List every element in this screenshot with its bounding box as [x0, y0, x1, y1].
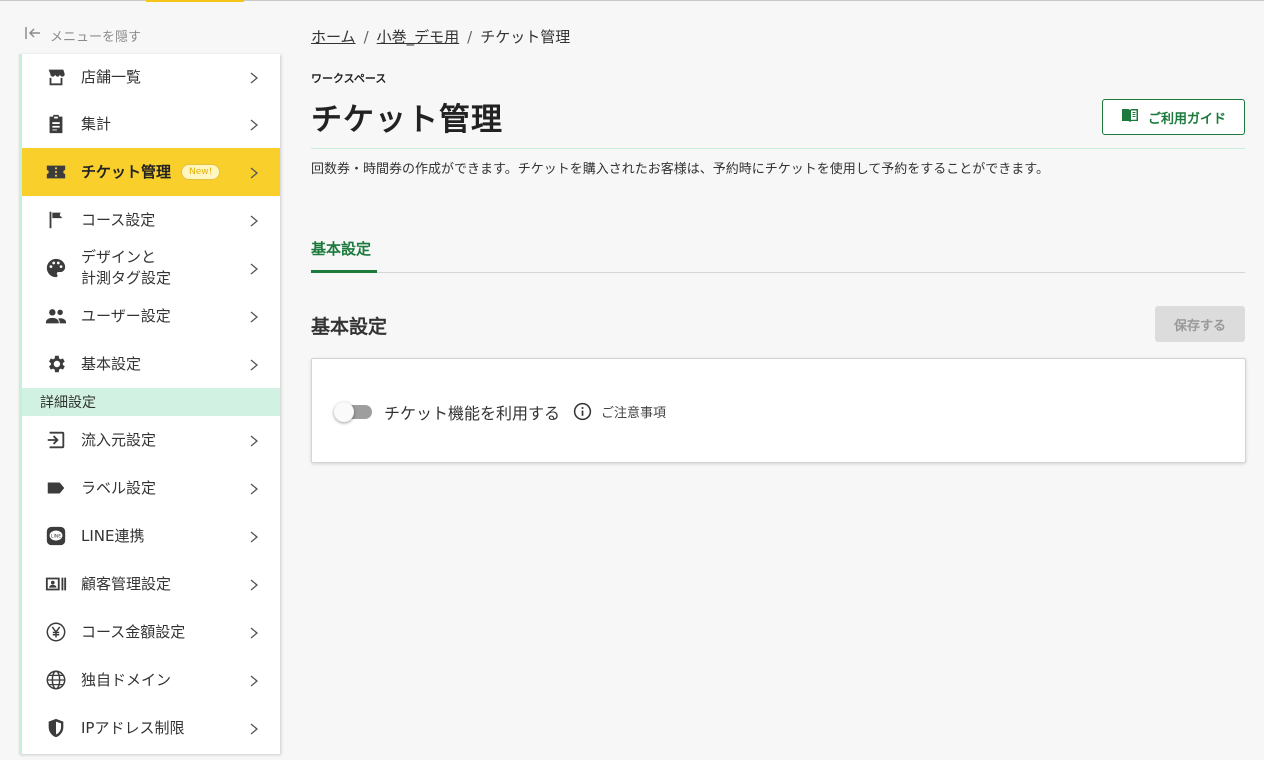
chevron-right-icon [248, 673, 260, 687]
store-icon [45, 66, 67, 88]
chevron-right-icon [248, 625, 260, 639]
toggle-thumb [334, 402, 354, 422]
clipboard-icon [45, 113, 67, 135]
hide-menu-button[interactable]: メニューを隠す [24, 24, 141, 46]
top-accent-bar [146, 0, 244, 2]
sidebar-item-label: 店舗一覧 [81, 67, 142, 86]
sidebar-item-user-settings[interactable]: ユーザー設定 [22, 292, 280, 340]
chevron-right-icon [248, 577, 260, 591]
sidebar-item-label: 集計 [81, 114, 112, 133]
sidebar-item-label: デザインと 計測タグ設定 [81, 248, 172, 287]
sidebar-item-design-tags[interactable]: デザインと 計測タグ設定 [22, 244, 280, 292]
globe-icon [45, 669, 67, 691]
sidebar-item-custom-domain[interactable]: 独自ドメイン [22, 656, 280, 704]
sidebar-item-label: LINE連携 [81, 526, 145, 545]
title-divider [311, 148, 1245, 149]
info-icon[interactable] [573, 402, 592, 421]
sidebar-item-label: コース設定 [81, 210, 156, 229]
chevron-right-icon [248, 213, 260, 227]
breadcrumb-current: チケット管理 [480, 28, 571, 46]
chevron-right-icon [248, 529, 260, 543]
settings-card: チケット機能を利用する ご注意事項 [311, 358, 1246, 463]
breadcrumb-workspace-link[interactable]: 小巻_デモ用 [377, 26, 460, 47]
page-title: チケット管理 [311, 102, 503, 138]
sidebar-item-referrer-settings[interactable]: 流入元設定 [22, 416, 280, 464]
notice-link[interactable]: ご注意事項 [601, 402, 666, 421]
chevron-right-icon [248, 70, 260, 84]
workspace-label: ワークスペース [311, 72, 387, 85]
label-icon [45, 477, 67, 499]
chevron-right-icon [248, 481, 260, 495]
breadcrumb-separator: / [363, 27, 369, 46]
hide-menu-label: メニューを隠す [50, 29, 142, 45]
yen-icon [45, 621, 67, 643]
svg-text:LINE: LINE [51, 533, 61, 539]
sidebar: 店舗一覧 集計 チケット管理 New! コース設定 デザインと 計測タグ設定 ユ… [19, 54, 280, 754]
book-icon [1121, 107, 1139, 127]
user-guide-label: ご利用ガイド [1147, 111, 1226, 127]
section-title: 基本設定 [311, 316, 388, 338]
sidebar-item-customer-settings[interactable]: 顧客管理設定 [22, 560, 280, 608]
user-guide-button[interactable]: ご利用ガイド [1102, 99, 1245, 135]
shield-icon [45, 717, 67, 739]
sidebar-section-header: 詳細設定 [22, 388, 280, 416]
new-badge: New! [181, 164, 221, 180]
sidebar-item-summary[interactable]: 集計 [22, 100, 280, 148]
ticket-feature-label: チケット機能を利用する [384, 404, 561, 423]
chevron-right-icon [248, 309, 260, 323]
users-icon [45, 305, 67, 327]
contact-card-icon [45, 573, 67, 595]
gear-icon [45, 353, 67, 375]
chevron-right-icon [248, 721, 260, 735]
login-arrow-icon [45, 429, 67, 451]
sidebar-item-line-integration[interactable]: LINE LINE連携 [22, 512, 280, 560]
sidebar-item-basic-settings[interactable]: 基本設定 [22, 340, 280, 388]
collapse-arrow-icon [24, 24, 42, 46]
sidebar-item-label: 独自ドメイン [81, 670, 172, 689]
breadcrumb: ホーム / 小巻_デモ用 / チケット管理 [311, 26, 570, 47]
tab-basic-settings[interactable]: 基本設定 [311, 238, 371, 259]
breadcrumb-home-link[interactable]: ホーム [311, 26, 356, 47]
sidebar-item-label: コース金額設定 [81, 622, 186, 641]
sidebar-item-label: 顧客管理設定 [81, 574, 172, 593]
sidebar-item-stores[interactable]: 店舗一覧 [22, 54, 280, 100]
sidebar-item-ip-restriction[interactable]: IPアドレス制限 [22, 704, 280, 752]
active-tab-indicator [311, 270, 377, 273]
flag-icon [45, 209, 67, 231]
line-icon: LINE [45, 525, 67, 547]
chevron-right-icon [248, 433, 260, 447]
tab-divider [311, 272, 1245, 273]
ticket-feature-toggle[interactable] [334, 401, 372, 423]
sidebar-item-label: 基本設定 [81, 354, 142, 373]
sidebar-item-ticket-management[interactable]: チケット管理 New! [22, 148, 280, 196]
sidebar-item-label: 流入元設定 [81, 430, 157, 449]
breadcrumb-separator: / [467, 27, 473, 46]
save-button[interactable]: 保存する [1155, 306, 1245, 342]
chevron-right-icon [248, 261, 260, 275]
page-description: 回数券・時間券の作成ができます。チケットを購入されたお客様は、予約時にチケットを… [311, 162, 1050, 177]
chevron-right-icon [248, 165, 260, 179]
sidebar-item-label-settings[interactable]: ラベル設定 [22, 464, 280, 512]
palette-icon [45, 257, 67, 279]
ticket-icon [45, 161, 67, 183]
sidebar-item-label: チケット管理 [81, 162, 172, 181]
sidebar-item-label: IPアドレス制限 [81, 718, 185, 737]
sidebar-item-course-price[interactable]: コース金額設定 [22, 608, 280, 656]
sidebar-item-label: ラベル設定 [81, 478, 157, 497]
chevron-right-icon [248, 117, 260, 131]
sidebar-item-course-settings[interactable]: コース設定 [22, 196, 280, 244]
chevron-right-icon [248, 357, 260, 371]
sidebar-item-label: ユーザー設定 [81, 306, 171, 325]
